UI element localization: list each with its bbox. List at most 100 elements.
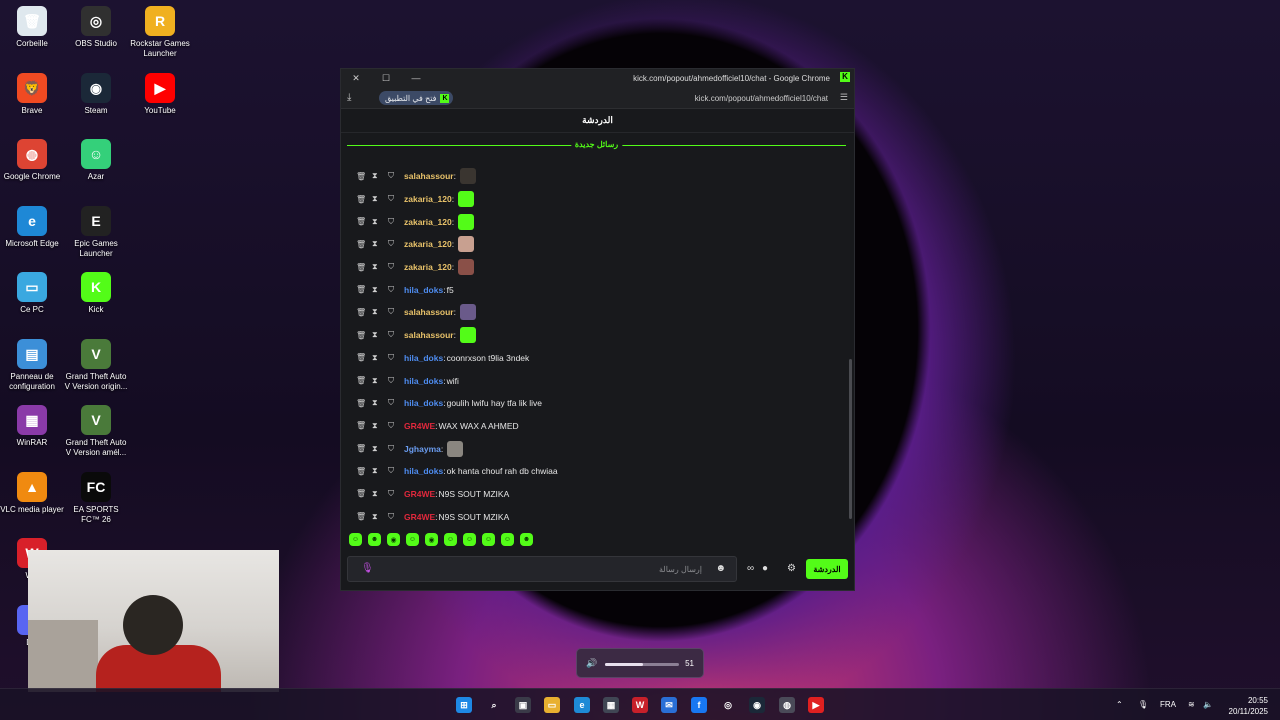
desktop-icon-steam[interactable]: ◉ Steam	[64, 72, 128, 116]
desktop-icon-gta[interactable]: V Grand Theft Auto V Version origin...	[64, 338, 128, 392]
desktop-icon-obs[interactable]: ◎ OBS Studio	[64, 6, 128, 49]
quick-emote[interactable]: ☻	[520, 533, 533, 546]
ban-icon[interactable]: ⛉	[388, 307, 404, 317]
edge-icon[interactable]: e	[574, 697, 590, 713]
emote-image[interactable]	[458, 236, 475, 253]
gear-icon[interactable]: ⚙	[787, 563, 796, 574]
quick-emote[interactable]: ☺	[349, 533, 362, 546]
ban-icon[interactable]: ⛉	[388, 239, 404, 249]
ban-icon[interactable]: ⛉	[388, 489, 404, 499]
ban-icon[interactable]: ⛉	[388, 512, 404, 522]
chat-username[interactable]: salahassour	[404, 171, 454, 181]
timeout-icon[interactable]: ⧗	[372, 194, 388, 204]
steam-icon[interactable]: ◉	[749, 697, 765, 713]
desktop-icon-rockstar[interactable]: R Rockstar Games Launcher	[128, 6, 192, 59]
quick-emote[interactable]: ☺	[482, 533, 495, 546]
delete-icon[interactable]: 🗑	[356, 217, 372, 226]
desktop-icon-gta[interactable]: V Grand Theft Auto V Version amél...	[64, 405, 128, 458]
ban-icon[interactable]: ⛉	[388, 376, 404, 386]
quick-emote[interactable]: ◉	[425, 533, 438, 546]
ban-icon[interactable]: ⛉	[388, 398, 404, 408]
delete-icon[interactable]: 🗑	[356, 489, 372, 498]
chat-username[interactable]: GR4WE	[404, 489, 435, 499]
timeout-icon[interactable]: ⧗	[372, 444, 388, 454]
desktop-icon-ea-fc[interactable]: FC EA SPORTS FC™ 26	[64, 471, 128, 525]
download-icon[interactable]: ⤓	[347, 92, 351, 103]
chat-username[interactable]: hila_doks	[404, 376, 443, 386]
chat-username[interactable]: GR4WE	[404, 512, 435, 522]
quick-emote[interactable]: ☺	[444, 533, 457, 546]
volume-slider[interactable]	[605, 663, 679, 666]
emote-image[interactable]	[460, 168, 476, 185]
close-button[interactable]: ✕	[341, 73, 371, 84]
timeout-icon[interactable]: ⧗	[372, 421, 388, 431]
file-explorer-icon[interactable]: ▭	[544, 697, 560, 713]
minimize-button[interactable]: —	[401, 73, 431, 83]
quick-emote[interactable]: ☺	[463, 533, 476, 546]
timeout-icon[interactable]: ⧗	[372, 330, 388, 340]
delete-icon[interactable]: 🗑	[356, 353, 372, 362]
language-indicator[interactable]: FRA	[1160, 700, 1176, 709]
delete-icon[interactable]: 🗑	[356, 421, 372, 430]
desktop-icon-azar[interactable]: ☺ Azar	[64, 139, 128, 182]
delete-icon[interactable]: 🗑	[356, 512, 372, 521]
chat-scrollbar[interactable]	[849, 359, 852, 519]
chat-username[interactable]: hila_doks	[404, 398, 443, 408]
desktop-icon-kick[interactable]: K Kick	[64, 272, 128, 315]
delete-icon[interactable]: 🗑	[356, 263, 372, 272]
ban-icon[interactable]: ⛉	[388, 194, 404, 204]
desktop-icon-pc[interactable]: ▭ Ce PC	[0, 272, 64, 315]
quick-emote[interactable]: ◉	[387, 533, 400, 546]
timeout-icon[interactable]: ⧗	[372, 512, 388, 522]
microphone-icon[interactable]: 🎙	[361, 563, 374, 574]
chat-username[interactable]: GR4WE	[404, 421, 435, 431]
wps-icon[interactable]: W	[632, 697, 648, 713]
chat-message-input[interactable]: 🎙 إرسال رسالة ☻	[347, 556, 737, 582]
chat-username[interactable]: hila_doks	[404, 466, 443, 476]
delete-icon[interactable]: 🗑	[356, 195, 372, 204]
delete-icon[interactable]: 🗑	[356, 444, 372, 453]
timeout-icon[interactable]: ⧗	[372, 489, 388, 499]
timeout-icon[interactable]: ⧗	[372, 307, 388, 317]
maximize-button[interactable]: ☐	[371, 73, 401, 84]
desktop-icon-control-panel[interactable]: ▤ Panneau de configuration	[0, 338, 64, 392]
outlook-icon[interactable]: ✉	[661, 697, 677, 713]
ban-icon[interactable]: ⛉	[388, 217, 404, 227]
chat-username[interactable]: hila_doks	[404, 353, 443, 363]
emote-image[interactable]	[460, 327, 476, 344]
chat-username[interactable]: zakaria_120	[404, 194, 452, 204]
delete-icon[interactable]: 🗑	[356, 376, 372, 385]
clock[interactable]: 20:55 20/11/2025	[1229, 695, 1268, 717]
wifi-icon[interactable]: ≋	[1188, 700, 1195, 709]
ban-icon[interactable]: ⛉	[388, 421, 404, 431]
delete-icon[interactable]: 🗑	[356, 240, 372, 249]
quick-emote[interactable]: ☻	[368, 533, 381, 546]
desktop-icon-vlc[interactable]: ▲ VLC media player	[0, 471, 64, 515]
ban-icon[interactable]: ⛉	[388, 171, 404, 181]
chat-username[interactable]: Jghayma	[404, 444, 441, 454]
microphone-tray-icon[interactable]: 🎙	[1138, 700, 1148, 709]
chat-username[interactable]: salahassour	[404, 307, 454, 317]
open-in-app-button[interactable]: فتح في التطبيق K	[379, 91, 454, 105]
store-icon[interactable]: ▦	[603, 697, 619, 713]
url-text[interactable]: kick.com/popout/ahmedofficiel10/chat	[695, 94, 828, 103]
ban-icon[interactable]: ⛉	[388, 466, 404, 476]
delete-icon[interactable]: 🗑	[356, 285, 372, 294]
ban-icon[interactable]: ⛉	[388, 285, 404, 295]
delete-icon[interactable]: 🗑	[356, 399, 372, 408]
timeout-icon[interactable]: ⧗	[372, 376, 388, 386]
search-icon[interactable]: ⌕	[486, 697, 502, 713]
timeout-icon[interactable]: ⧗	[372, 217, 388, 227]
desktop-icon-recycle-bin[interactable]: 🗑 Corbeille	[0, 6, 64, 49]
ban-icon[interactable]: ⛉	[388, 262, 404, 272]
volume-tray-icon[interactable]: 🔈	[1203, 700, 1213, 709]
emoji-picker-icon[interactable]: ☻	[715, 563, 726, 574]
youtube-icon[interactable]: ▶	[808, 697, 824, 713]
quick-emote[interactable]: ☺	[406, 533, 419, 546]
task-view-icon[interactable]: ▣	[515, 697, 531, 713]
site-settings-icon[interactable]: ☰	[840, 92, 848, 103]
chat-username[interactable]: zakaria_120	[404, 239, 452, 249]
emote-image[interactable]	[458, 259, 475, 276]
speaker-icon[interactable]: 🔊	[586, 658, 597, 669]
delete-icon[interactable]: 🗑	[356, 331, 372, 340]
